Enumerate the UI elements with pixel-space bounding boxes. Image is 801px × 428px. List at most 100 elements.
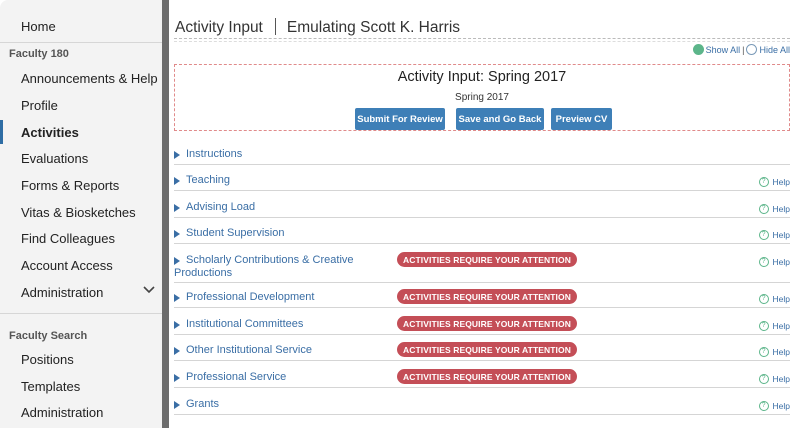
- section-row-scholarly-contributions[interactable]: Scholarly Contributions & Creative Produ…: [174, 251, 790, 283]
- page-title: Activity Input Emulating Scott K. Harris: [175, 18, 460, 37]
- divider: [174, 41, 790, 42]
- help-link[interactable]: ? Help: [758, 374, 790, 384]
- sidebar-item-evaluations[interactable]: Evaluations: [21, 151, 88, 166]
- sidebar: Home Faculty 180 Announcements & Help Pr…: [0, 0, 162, 428]
- sidebar-scrollbar[interactable]: [162, 0, 169, 428]
- expand-all-icon[interactable]: [692, 44, 704, 55]
- sidebar-item-home[interactable]: Home: [21, 19, 56, 34]
- help-link[interactable]: ? Help: [758, 204, 790, 214]
- section-row-institutional-committees[interactable]: Institutional Committees ACTIVITIES REQU…: [174, 315, 790, 335]
- save-and-go-back-button[interactable]: Save and Go Back: [456, 108, 544, 130]
- help-link[interactable]: ? Help: [758, 177, 790, 187]
- section-label-faculty-search: Faculty Search: [9, 330, 88, 342]
- expand-arrow-icon[interactable]: [174, 177, 180, 185]
- help-icon: ?: [758, 401, 769, 411]
- help-icon: ?: [758, 177, 769, 187]
- sidebar-item-profile[interactable]: Profile: [21, 98, 58, 113]
- help-link[interactable]: ? Help: [758, 321, 790, 331]
- expand-arrow-icon[interactable]: [174, 374, 180, 382]
- separator: |: [742, 44, 745, 55]
- sidebar-item-positions[interactable]: Positions: [21, 352, 74, 367]
- section-row-student-supervision[interactable]: Student Supervision ? Help: [174, 224, 790, 244]
- help-icon: ?: [758, 374, 769, 384]
- sidebar-item-templates[interactable]: Templates: [21, 379, 80, 394]
- attention-badge: ACTIVITIES REQUIRE YOUR ATTENTION: [397, 252, 577, 267]
- attention-badge: ACTIVITIES REQUIRE YOUR ATTENTION: [397, 316, 577, 331]
- help-label[interactable]: Help: [773, 401, 790, 411]
- show-all-link[interactable]: Show All: [706, 45, 741, 55]
- preview-cv-button[interactable]: Preview CV: [551, 108, 612, 130]
- chevron-down-icon[interactable]: [143, 284, 155, 296]
- sidebar-item-find-colleagues[interactable]: Find Colleagues: [21, 231, 115, 246]
- attention-badge: ACTIVITIES REQUIRE YOUR ATTENTION: [397, 369, 577, 384]
- sidebar-item-forms-reports[interactable]: Forms & Reports: [21, 178, 119, 193]
- help-label[interactable]: Help: [773, 230, 790, 240]
- help-icon: ?: [758, 294, 769, 304]
- section-row-professional-development[interactable]: Professional Development ACTIVITIES REQU…: [174, 288, 790, 308]
- divider: [0, 313, 162, 314]
- section-label[interactable]: Advising Load: [186, 201, 255, 213]
- expand-arrow-icon[interactable]: [174, 257, 180, 265]
- section-row-teaching[interactable]: Teaching ? Help: [174, 171, 790, 191]
- help-icon: ?: [758, 204, 769, 214]
- help-icon: ?: [758, 347, 769, 357]
- divider: [0, 42, 162, 43]
- expand-arrow-icon[interactable]: [174, 347, 180, 355]
- term-subtitle: Spring 2017: [455, 92, 509, 103]
- sidebar-item-administration[interactable]: Administration: [21, 285, 103, 300]
- help-link[interactable]: ? Help: [758, 257, 790, 267]
- activity-title: Activity Input: Spring 2017: [397, 69, 567, 85]
- section-label[interactable]: Institutional Committees: [186, 318, 303, 330]
- help-link[interactable]: ? Help: [758, 347, 790, 357]
- expand-arrow-icon[interactable]: [174, 401, 180, 409]
- help-label[interactable]: Help: [773, 294, 790, 304]
- help-label[interactable]: Help: [773, 347, 790, 357]
- section-row-professional-service[interactable]: Professional Service ACTIVITIES REQUIRE …: [174, 368, 790, 388]
- title-divider: [274, 18, 276, 35]
- help-label[interactable]: Help: [773, 374, 790, 384]
- section-label[interactable]: Professional Development: [186, 291, 314, 303]
- active-indicator: [0, 120, 3, 144]
- help-label[interactable]: Help: [773, 321, 790, 331]
- section-row-other-institutional-service[interactable]: Other Institutional Service ACTIVITIES R…: [174, 341, 790, 361]
- help-icon: ?: [758, 321, 769, 331]
- section-row-grants[interactable]: Grants ? Help: [174, 395, 790, 415]
- section-label[interactable]: Instructions: [186, 148, 242, 160]
- section-label-faculty-180: Faculty 180: [9, 48, 69, 60]
- sidebar-item-account-access[interactable]: Account Access: [21, 258, 113, 273]
- expand-arrow-icon[interactable]: [174, 230, 180, 238]
- expand-arrow-icon[interactable]: [174, 151, 180, 159]
- submit-for-review-button[interactable]: Submit For Review: [355, 108, 445, 130]
- sidebar-item-search-administration[interactable]: Administration: [21, 405, 103, 420]
- section-label[interactable]: Other Institutional Service: [186, 344, 312, 356]
- section-label[interactable]: Grants: [186, 398, 219, 410]
- section-label[interactable]: Teaching: [186, 174, 230, 186]
- help-link[interactable]: ? Help: [758, 230, 790, 240]
- section-row-advising-load[interactable]: Advising Load ? Help: [174, 198, 790, 218]
- main-content: Activity Input Emulating Scott K. Harris …: [169, 0, 801, 428]
- expand-arrow-icon[interactable]: [174, 204, 180, 212]
- attention-badge: ACTIVITIES REQUIRE YOUR ATTENTION: [397, 289, 577, 304]
- sidebar-item-activities[interactable]: Activities: [21, 125, 79, 140]
- expand-arrow-icon[interactable]: [174, 294, 180, 302]
- section-label[interactable]: Professional Service: [186, 371, 286, 383]
- help-link[interactable]: ? Help: [758, 401, 790, 411]
- show-hide-controls: Show All | Hide All: [692, 44, 790, 55]
- hide-all-link[interactable]: Hide All: [759, 45, 790, 55]
- emulating-label: Emulating Scott K. Harris: [286, 19, 461, 36]
- help-label[interactable]: Help: [773, 177, 790, 187]
- attention-badge: ACTIVITIES REQUIRE YOUR ATTENTION: [397, 342, 577, 357]
- sidebar-item-announcements[interactable]: Announcements & Help: [21, 71, 158, 86]
- section-label[interactable]: Scholarly Contributions & Creative: [186, 254, 354, 266]
- section-label-continued[interactable]: Productions: [174, 267, 232, 279]
- section-row-instructions[interactable]: Instructions: [174, 145, 790, 165]
- help-label[interactable]: Help: [773, 204, 790, 214]
- help-label[interactable]: Help: [773, 257, 790, 267]
- section-label[interactable]: Student Supervision: [186, 227, 284, 239]
- page-title-text: Activity Input: [175, 19, 263, 36]
- collapse-all-icon[interactable]: [746, 44, 758, 55]
- help-link[interactable]: ? Help: [758, 294, 790, 304]
- sidebar-item-vitas[interactable]: Vitas & Biosketches: [21, 205, 136, 220]
- expand-arrow-icon[interactable]: [174, 321, 180, 329]
- help-icon: ?: [758, 257, 769, 267]
